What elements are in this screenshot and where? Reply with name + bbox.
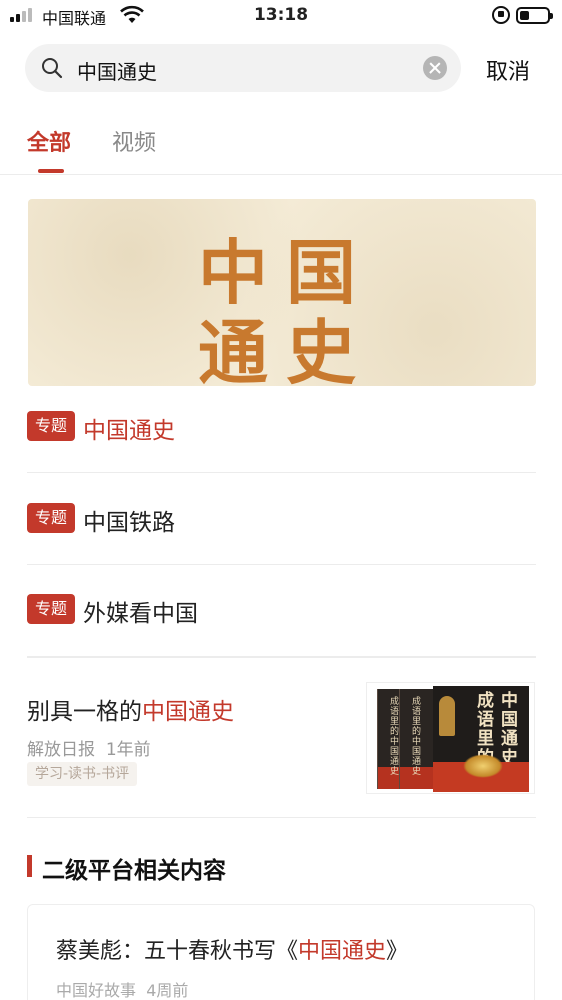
section-marker	[27, 855, 32, 877]
article-title[interactable]: 别具一格的中国通史	[27, 692, 234, 726]
tab-all[interactable]: 全部	[27, 125, 71, 157]
search-input[interactable]: 中国通史	[77, 56, 157, 85]
tab-active-indicator	[38, 169, 64, 173]
article-category-tag: 学习-读书-书评	[27, 762, 138, 786]
banner-char: 史	[286, 311, 356, 386]
card-meta: 中国好故事 4周前	[56, 981, 189, 1000]
divider	[27, 472, 536, 473]
battery-icon	[516, 7, 553, 24]
topic-tag: 专题	[27, 503, 75, 533]
topic-title[interactable]: 中国通史	[83, 411, 175, 445]
tab-video[interactable]: 视频	[112, 125, 156, 157]
clear-icon[interactable]	[423, 56, 447, 80]
divider	[0, 174, 562, 175]
topic-tag: 专题	[27, 594, 75, 624]
search-icon	[42, 58, 63, 79]
card-title[interactable]: 蔡美彪：五十春秋书写《中国通史》	[56, 933, 408, 965]
divider	[27, 564, 536, 565]
banner-char: 通	[198, 311, 268, 386]
related-content-card[interactable]: 蔡美彪：五十春秋书写《中国通史》 中国好故事 4周前	[27, 904, 535, 1000]
search-bar[interactable]: 中国通史	[25, 44, 461, 92]
article-thumbnail[interactable]: 成语里的中国通史 成语里的中国通史 成语里的 中国通史	[366, 682, 535, 794]
cancel-button[interactable]: 取消	[486, 54, 530, 86]
divider	[27, 656, 536, 658]
topic-banner[interactable]: 中 国 通 史	[28, 199, 536, 386]
topic-title[interactable]: 中国铁路	[83, 503, 175, 537]
section-title: 二级平台相关内容	[42, 857, 226, 884]
clock: 13:18	[253, 5, 309, 25]
article-meta: 解放日报 1年前	[27, 740, 151, 760]
orientation-lock-icon	[492, 6, 510, 24]
topic-title[interactable]: 外媒看中国	[83, 594, 198, 628]
topic-tag: 专题	[27, 411, 75, 441]
divider	[27, 817, 536, 818]
book-cover: 成语里的 中国通史	[433, 686, 529, 792]
status-bar: 中国联通 13:18	[0, 0, 562, 34]
